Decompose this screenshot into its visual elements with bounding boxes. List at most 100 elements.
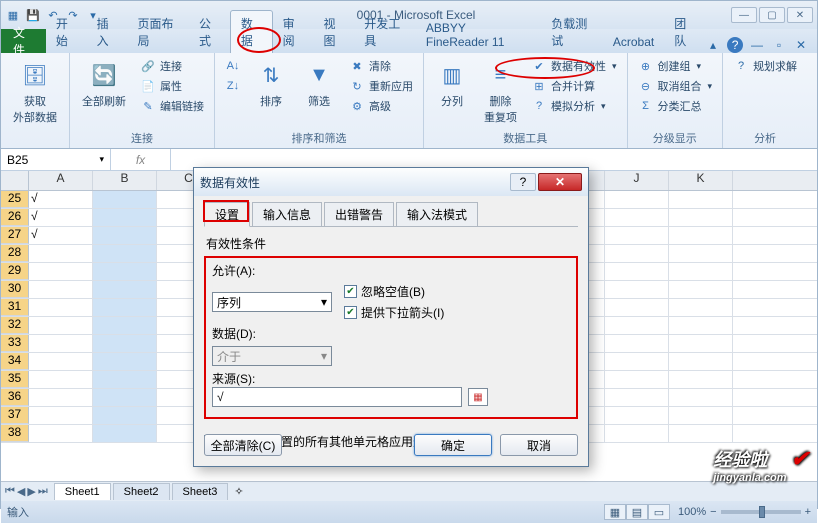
cell[interactable]	[29, 371, 93, 388]
cell[interactable]	[93, 191, 157, 208]
cell[interactable]	[605, 407, 669, 424]
normal-view-icon[interactable]: ▦	[604, 504, 626, 520]
tab-acrobat[interactable]: Acrobat	[603, 31, 664, 53]
refresh-all-button[interactable]: 🔄 全部刷新	[78, 57, 130, 111]
cell[interactable]	[605, 281, 669, 298]
page-layout-icon[interactable]: ▤	[626, 504, 648, 520]
cell[interactable]	[605, 371, 669, 388]
sheet-tab-1[interactable]: Sheet1	[54, 483, 111, 500]
tab-loadtest[interactable]: 负载测试	[541, 11, 603, 53]
cell[interactable]	[605, 335, 669, 352]
cell[interactable]	[29, 263, 93, 280]
help-icon[interactable]: ?	[727, 37, 743, 53]
save-icon[interactable]: 💾	[25, 7, 41, 23]
cell[interactable]	[93, 407, 157, 424]
close-button[interactable]: ✕	[787, 7, 813, 23]
row-header[interactable]: 31	[1, 299, 29, 316]
cell[interactable]	[29, 299, 93, 316]
tab-view[interactable]: 视图	[313, 11, 354, 53]
cell[interactable]	[669, 281, 733, 298]
row-header[interactable]: 30	[1, 281, 29, 298]
row-header[interactable]: 29	[1, 263, 29, 280]
subtotal-button[interactable]: Σ分类汇总	[636, 97, 715, 115]
sheet-tab-2[interactable]: Sheet2	[113, 483, 170, 500]
cell[interactable]	[669, 425, 733, 442]
cell[interactable]	[669, 353, 733, 370]
namebox-dropdown-icon[interactable]: ▾	[99, 154, 104, 165]
row-header[interactable]: 36	[1, 389, 29, 406]
cell[interactable]	[29, 245, 93, 262]
tab-home[interactable]: 开始	[46, 11, 87, 53]
select-all-corner[interactable]	[1, 171, 29, 190]
new-sheet-icon[interactable]: ✧	[228, 485, 249, 498]
ungroup-button[interactable]: ⊖取消组合▾	[636, 77, 715, 95]
zoom-out-icon[interactable]: −	[710, 506, 716, 518]
first-sheet-icon[interactable]: ⏮	[5, 485, 15, 498]
cell[interactable]	[605, 227, 669, 244]
cell[interactable]	[605, 245, 669, 262]
window-restore-icon[interactable]: ▫	[771, 37, 787, 53]
zoom-slider[interactable]	[721, 510, 801, 514]
cell[interactable]	[93, 317, 157, 334]
cell[interactable]	[93, 299, 157, 316]
cell[interactable]: √	[29, 191, 93, 208]
dlg-tab-ime[interactable]: 输入法模式	[396, 202, 478, 227]
row-header[interactable]: 26	[1, 209, 29, 226]
cell[interactable]	[669, 389, 733, 406]
row-header[interactable]: 25	[1, 191, 29, 208]
cell[interactable]	[605, 389, 669, 406]
range-picker-button[interactable]: ▦	[468, 388, 488, 406]
tab-review[interactable]: 审阅	[273, 11, 314, 53]
solver-button[interactable]: ?规划求解	[731, 57, 799, 75]
window-close2-icon[interactable]: ✕	[793, 37, 809, 53]
cell[interactable]	[605, 425, 669, 442]
cell[interactable]	[669, 227, 733, 244]
cell[interactable]	[669, 209, 733, 226]
get-external-data-button[interactable]: 🗄 获取 外部数据	[9, 57, 61, 127]
row-header[interactable]: 38	[1, 425, 29, 442]
consolidate-button[interactable]: ⊞合并计算	[529, 77, 619, 95]
ok-button[interactable]: 确定	[414, 434, 492, 456]
fx-icon[interactable]: fx	[136, 153, 145, 167]
column-header[interactable]: J	[605, 171, 669, 190]
name-box[interactable]: B25 ▾	[1, 149, 111, 170]
tab-insert[interactable]: 插入	[87, 11, 128, 53]
properties-button[interactable]: 📄属性	[138, 77, 206, 95]
cell[interactable]	[93, 281, 157, 298]
cell[interactable]	[29, 335, 93, 352]
cell[interactable]	[93, 389, 157, 406]
cell[interactable]	[669, 335, 733, 352]
next-sheet-icon[interactable]: ▶	[27, 485, 35, 498]
minimize-ribbon-icon[interactable]: ▴	[705, 37, 721, 53]
cell[interactable]	[93, 209, 157, 226]
column-header[interactable]: K	[669, 171, 733, 190]
connections-button[interactable]: 🔗连接	[138, 57, 206, 75]
cell[interactable]	[29, 317, 93, 334]
tab-abbyy[interactable]: ABBYY FineReader 11	[416, 17, 541, 53]
tab-team[interactable]: 团队	[664, 11, 705, 53]
cell[interactable]	[605, 263, 669, 280]
sort-asc-button[interactable]: A↓	[223, 57, 243, 75]
cell[interactable]	[669, 371, 733, 388]
tab-dev[interactable]: 开发工具	[354, 11, 416, 53]
cell[interactable]	[605, 299, 669, 316]
sort-desc-button[interactable]: Z↓	[223, 77, 243, 95]
prev-sheet-icon[interactable]: ◀	[17, 485, 25, 498]
advanced-filter-button[interactable]: ⚙高级	[347, 97, 415, 115]
cell[interactable]	[93, 227, 157, 244]
row-header[interactable]: 35	[1, 371, 29, 388]
dropdown-checkbox[interactable]: ✔提供下拉箭头(I)	[344, 304, 444, 321]
dlg-tab-error[interactable]: 出错警告	[324, 202, 394, 227]
cell[interactable]	[93, 335, 157, 352]
cell[interactable]	[669, 317, 733, 334]
column-header[interactable]: A	[29, 171, 93, 190]
cell[interactable]	[669, 263, 733, 280]
cell[interactable]	[669, 407, 733, 424]
ignore-blank-checkbox[interactable]: ✔忽略空值(B)	[344, 283, 444, 300]
cell[interactable]	[29, 281, 93, 298]
cell[interactable]	[29, 425, 93, 442]
edit-links-button[interactable]: ✎编辑链接	[138, 97, 206, 115]
cell[interactable]	[605, 191, 669, 208]
cell[interactable]	[29, 407, 93, 424]
tab-data[interactable]: 数据	[230, 10, 273, 53]
